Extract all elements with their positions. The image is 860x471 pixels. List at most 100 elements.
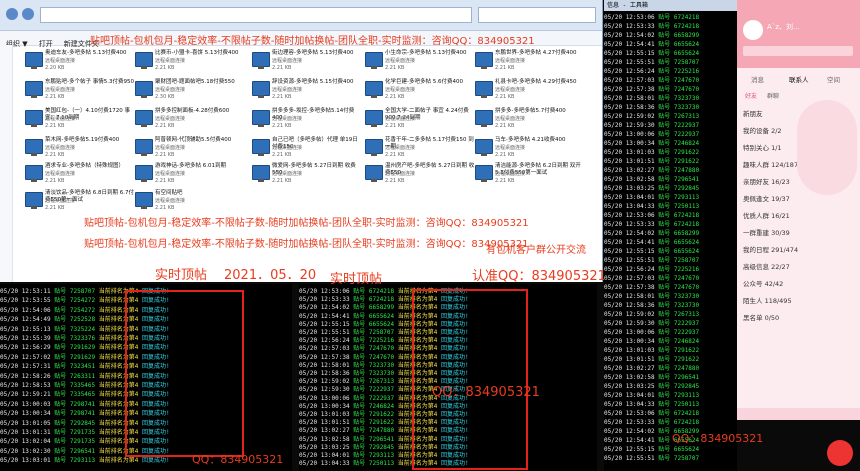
line-tie: 贴号 — [353, 312, 366, 320]
subtab-friends[interactable]: 好友 — [745, 91, 757, 100]
file-item[interactable]: 街边理容-多吧多帖 5.13付费400 远程桌面连接 2.21 KB — [252, 50, 364, 76]
line-date: 05/20 — [299, 435, 318, 443]
file-type: 远程桌面连接 — [155, 198, 186, 204]
contact-group[interactable]: 我的设备 2/2 — [743, 125, 782, 135]
file-type: 远程桌面连接 — [155, 116, 186, 122]
file-type: 远程桌面连接 — [272, 87, 303, 93]
file-item[interactable]: 美国红包-（一）4.10付费1720 事宜：7.10到期 远程桌面连接 2.21 K… — [25, 108, 137, 134]
file-item[interactable]: 菜木网-多吧多帖5.19付费400 远程桌面连接 2.21 KB — [25, 137, 137, 163]
file-item[interactable]: 东鹏世界-多吧多帖 4.27付费400 远程桌面连接 2.21 KB — [475, 50, 587, 76]
address-bar[interactable] — [0, 0, 602, 31]
contact-group[interactable]: 亲朋好友 16/23 — [743, 176, 790, 186]
tab-space[interactable]: 空间 — [827, 74, 840, 84]
file-item[interactable]: 清淡饮品-多吧多帖 6.8日到期 6.7付费550第一面试 远程桌面连接 2.21 … — [25, 190, 137, 216]
line-date: 05/20 — [299, 411, 318, 418]
qq-search-input[interactable] — [743, 46, 853, 56]
line-id: 7293113 — [368, 452, 395, 459]
path-field[interactable] — [40, 7, 472, 23]
line-time: 13:02:04 — [21, 438, 51, 446]
console-line: 05/20 13:00:34 贴号 7246824 — [604, 140, 699, 148]
line-id: 7323730 — [673, 104, 700, 111]
file-item[interactable]: 拼多多多-坂控-多吧多帖5.14付费400 远程桌面连接 2.21 KB — [252, 108, 364, 134]
qq-header: A`z、刘... — [737, 0, 860, 68]
contact-group[interactable]: 奥佩逢文 19/37 — [743, 193, 790, 203]
contact-group[interactable]: 一群重建 30/39 — [743, 227, 790, 237]
line-id: 6655624 — [673, 446, 700, 453]
line-tie: 贴号 — [54, 372, 67, 380]
contact-group[interactable]: 黑名单 0/50 — [743, 312, 779, 322]
file-item[interactable]: 东鹏贴吧-多个帖子 事情5.3付费950 远程桌面连接 2.21 KB — [25, 79, 137, 105]
line-date: 05/20 — [0, 288, 19, 295]
contact-group[interactable]: 高级信息 22/27 — [743, 261, 790, 271]
line-date: 05/20 — [299, 345, 318, 353]
line-id: 7267313 — [673, 113, 700, 120]
contact-group[interactable]: 新朋友 — [743, 108, 763, 118]
file-type: 远程桌面连接 — [385, 58, 416, 64]
line-id: 7225216 — [673, 68, 700, 75]
avatar[interactable] — [743, 20, 763, 40]
contact-group[interactable]: 趣味人群 124/187 — [743, 159, 798, 169]
line-tie: 贴号 — [353, 329, 366, 336]
file-item[interactable]: 清洁能源-多吧多帖 6.2日到期 双开5.3付费550第一面试 远程桌面连接 2.2… — [475, 163, 587, 189]
contact-group[interactable]: 陌生人 118/495 — [743, 295, 792, 305]
file-item[interactable]: 比赛币-小盟卡-喜饼 5.13付费400 远程桌面连接 2.21 KB — [135, 50, 247, 76]
search-input[interactable] — [478, 7, 596, 23]
line-time: 13:04:01 — [625, 194, 655, 201]
line-id: 6655624 — [673, 41, 700, 48]
file-item[interactable]: 酒求专业-多吧多帖（特殊规图） 远程桌面连接 2.21 KB — [25, 163, 137, 189]
line-date: 05/20 — [604, 122, 623, 129]
line-id: 6658299 — [673, 32, 700, 39]
file-item[interactable]: 自己已吧（多吧多帖）代理 单19日付费150 远程桌面连接 2.21 KB — [252, 137, 364, 163]
file-type: 远程桌面连接 — [272, 116, 303, 122]
console-line: 05/20 13:04:33 贴号 7250113 — [604, 203, 699, 211]
line-date: 05/20 — [604, 302, 623, 309]
line-time: 13:01:31 — [21, 429, 51, 436]
tab-messages[interactable]: 消息 — [751, 74, 764, 84]
qq-label-middle: QQ：834905321 — [432, 385, 540, 400]
file-item[interactable]: 拼多多控制面板-4.28付费600 远程桌面连接 2.21 KB — [135, 108, 247, 134]
line-date: 05/20 — [0, 372, 19, 380]
file-item[interactable]: 花香干年-二多多帖 5.17付费150 到一期 远程桌面连接 2.21 KB — [365, 137, 477, 163]
line-id: 6724218 — [673, 14, 700, 21]
file-item[interactable]: 阿普顿网-代顶辅助5.5付费400 远程桌面连接 2.21 KB — [135, 137, 247, 163]
line-tie: 贴号 — [658, 302, 671, 309]
realtime-label-1: 实时顶帖 — [155, 268, 208, 283]
file-type: 远程桌面连接 — [45, 116, 76, 122]
subtab-groups[interactable]: 群聊 — [767, 91, 779, 100]
remote-desktop-icon — [252, 81, 270, 98]
forward-icon[interactable] — [22, 8, 34, 20]
line-id: 7250113 — [368, 460, 395, 468]
file-item[interactable]: 化学巨建-多吧多帖 5.6付费400 远程桌面连接 2.21 KB — [365, 79, 477, 105]
back-icon[interactable] — [6, 8, 18, 20]
navigation-pane[interactable] — [0, 45, 13, 282]
group-count: 19/37 — [771, 195, 790, 203]
file-item[interactable]: 马车-多吧多帖 4.21收费400 远程桌面连接 2.21 KB — [475, 137, 587, 163]
file-item[interactable]: 礼县卡吧-多吧多帖 4.29付费450 远程桌面连接 2.21 KB — [475, 79, 587, 105]
contact-group[interactable]: 特别关心 1/1 — [743, 142, 782, 152]
file-item[interactable]: 辞设资源-多吧多帖 5.15付费400 远程桌面连接 2.21 KB — [252, 79, 364, 105]
file-item[interactable]: 温州房产吧-多吧多帖 5.27日到期 收费550 远程桌面连接 2.21 KB — [365, 163, 477, 189]
console-window-right: 信息 - 工具箱 05/20 12:53:06 贴号 6724218 05/20 … — [604, 0, 737, 471]
menu-open[interactable]: 打开 — [39, 40, 53, 48]
tab-contacts[interactable]: 联系人 — [789, 74, 809, 84]
console-line: 05/20 12:58:01 贴号 7323730 — [604, 95, 699, 103]
file-name: 拼多多-多吧多帖5.7付费400 — [495, 108, 566, 114]
line-date: 05/20 — [0, 419, 19, 427]
file-type: 远程桌面连接 — [385, 116, 416, 122]
file-name: 阿普顿网-代顶辅助5.5付费400 — [155, 137, 232, 143]
file-item[interactable]: 奥迪车友-多吧多帖 5.13付费400 远程桌面连接 2.20 KB — [25, 50, 137, 76]
line-time: 13:03:25 — [320, 443, 350, 451]
file-item[interactable]: 游戏神话-多吧多帖 6.01到期 远程桌面连接 2.21 KB — [135, 163, 247, 189]
line-tie: 贴号 — [54, 288, 67, 295]
contact-group[interactable]: 公众号 42/42 — [743, 278, 783, 288]
file-item[interactable]: 小生命宗-多吧多帖 5.13付费400 远程桌面连接 2.21 KB — [365, 50, 477, 76]
file-item[interactable]: 有空间贴吧 远程桌面连接 2.21 KB — [135, 190, 247, 216]
contact-group[interactable]: 我的日程 291/474 — [743, 244, 798, 254]
file-item[interactable]: 全国大学-二面帖子 事宜 4.24付费900 7.24到期 远程桌面连接 2.21 … — [365, 108, 477, 134]
contact-group[interactable]: 优质人群 16/21 — [743, 210, 790, 220]
file-item[interactable]: 聚财团吧-题面帖吧5.18付费550 远程桌面连接 2.30 KB — [135, 79, 247, 105]
file-item[interactable]: 拼多多-多吧多帖5.7付费400 远程桌面连接 2.21 KB — [475, 108, 587, 134]
file-item[interactable]: 微爱网-多吧多帖 5.27日到期 收费550 远程桌面连接 2.21 KB — [252, 163, 364, 189]
line-time: 12:55:51 — [625, 59, 655, 66]
line-time: 12:59:02 — [320, 378, 350, 386]
